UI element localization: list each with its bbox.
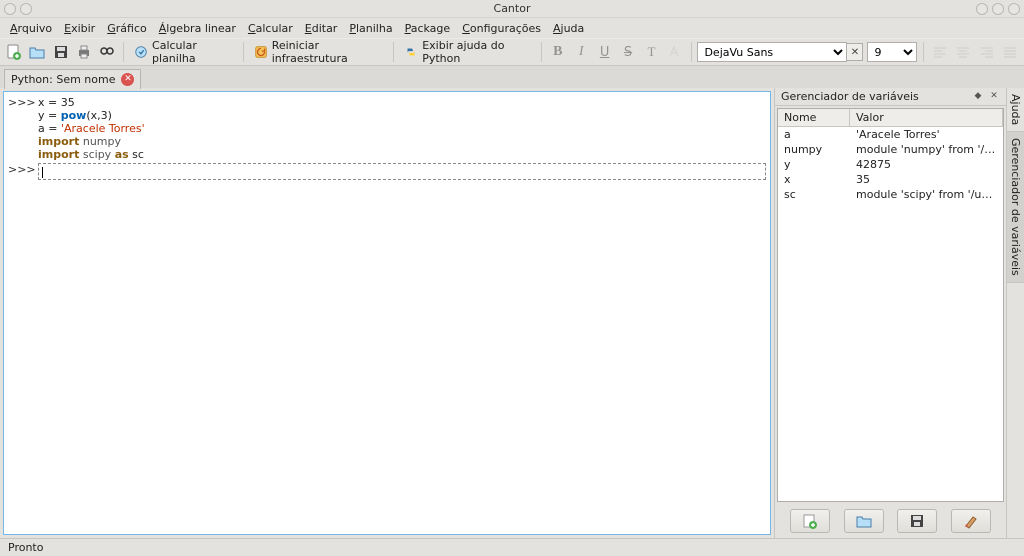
code-editor[interactable]: >>> x = 35 y = pow(x,3) a = 'Aracele Tor…: [3, 91, 771, 535]
menu-calculate[interactable]: Calcular: [242, 20, 299, 37]
var-name: sc: [778, 187, 850, 202]
calculate-sheet-button[interactable]: Calcular planilha: [130, 41, 237, 63]
calculate-sheet-label: Calcular planilha: [152, 39, 233, 65]
active-cell[interactable]: >>>: [8, 163, 766, 180]
separator: [541, 42, 542, 62]
separator: [691, 42, 692, 62]
restart-backend-button[interactable]: Reiniciar infraestrutura: [250, 41, 388, 63]
toolbar: Calcular planilha Reiniciar infraestrutu…: [0, 38, 1024, 66]
var-value: 'Aracele Torres': [850, 127, 1003, 142]
font-picker-button[interactable]: [665, 41, 684, 63]
menu-package[interactable]: Package: [399, 20, 457, 37]
separator: [393, 42, 394, 62]
document-tab-label: Python: Sem nome: [11, 73, 115, 86]
close-tab-button[interactable]: ✕: [121, 73, 134, 86]
menu-view[interactable]: Exibir: [58, 20, 101, 37]
col-value-header[interactable]: Valor: [850, 109, 1003, 126]
panel-toolbar: [775, 504, 1006, 538]
var-value: 35: [850, 172, 1003, 187]
print-button[interactable]: [74, 41, 93, 63]
font-size-dropdown[interactable]: 9: [867, 42, 917, 62]
align-left-button[interactable]: [930, 41, 949, 63]
workspace: >>> x = 35 y = pow(x,3) a = 'Aracele Tor…: [0, 88, 1024, 538]
panel-header: Gerenciador de variáveis ◆ ✕: [775, 88, 1006, 106]
prompt: >>>: [8, 96, 38, 161]
python-help-button[interactable]: Exibir ajuda do Python: [400, 41, 535, 63]
save-file-button[interactable]: [51, 41, 70, 63]
python-help-label: Exibir ajuda do Python: [422, 39, 531, 65]
font-family-select[interactable]: DejaVu Sans ✕: [697, 42, 863, 62]
input-area[interactable]: [38, 163, 766, 180]
menu-spreadsheet[interactable]: Planilha: [343, 20, 398, 37]
find-button[interactable]: [98, 41, 117, 63]
menu-linalg[interactable]: Álgebra linear: [153, 20, 242, 37]
table-row[interactable]: numpymodule 'numpy' from '/usr/lib...: [778, 142, 1003, 157]
var-name: x: [778, 172, 850, 187]
window-titlebar: Cantor: [0, 0, 1024, 18]
var-value: module 'scipy' from '/usr/lib6...: [850, 187, 1003, 202]
var-name: numpy: [778, 142, 850, 157]
status-bar: Pronto: [0, 538, 1024, 556]
restart-backend-label: Reiniciar infraestrutura: [272, 39, 384, 65]
font-size-select[interactable]: 9: [867, 42, 917, 62]
separator: [123, 42, 124, 62]
separator: [923, 42, 924, 62]
menu-file[interactable]: Arquivo: [4, 20, 58, 37]
dock-tab-variables[interactable]: Gerenciador de variáveis: [1007, 132, 1024, 283]
window-title: Cantor: [0, 2, 1024, 15]
new-file-button[interactable]: [4, 41, 23, 63]
menu-edit[interactable]: Editar: [299, 20, 344, 37]
code-cell: >>> x = 35 y = pow(x,3) a = 'Aracele Tor…: [8, 96, 766, 161]
separator: [243, 42, 244, 62]
panel-undock-button[interactable]: ◆: [972, 91, 984, 103]
menu-help[interactable]: Ajuda: [547, 20, 590, 37]
align-right-button[interactable]: [977, 41, 996, 63]
save-vars-button[interactable]: [897, 509, 937, 533]
align-justify-button[interactable]: [1001, 41, 1020, 63]
add-var-button[interactable]: [790, 509, 830, 533]
editor-container: >>> x = 35 y = pow(x,3) a = 'Aracele Tor…: [0, 88, 774, 538]
var-value: 42875: [850, 157, 1003, 172]
var-name: y: [778, 157, 850, 172]
table-row[interactable]: a'Aracele Torres': [778, 127, 1003, 142]
prompt: >>>: [8, 163, 38, 180]
panel-close-button[interactable]: ✕: [988, 91, 1000, 103]
menu-settings[interactable]: Configurações: [456, 20, 547, 37]
variables-table[interactable]: Nome Valor a'Aracele Torres'numpymodule …: [777, 108, 1004, 502]
variables-panel: Gerenciador de variáveis ◆ ✕ Nome Valor …: [774, 88, 1006, 538]
open-file-button[interactable]: [27, 41, 46, 63]
document-tabbar: Python: Sem nome ✕: [0, 66, 1024, 88]
document-tab[interactable]: Python: Sem nome ✕: [4, 69, 141, 89]
text-tool-button[interactable]: T: [642, 41, 661, 63]
menu-chart[interactable]: Gráfico: [101, 20, 153, 37]
table-row[interactable]: y42875: [778, 157, 1003, 172]
load-vars-button[interactable]: [844, 509, 884, 533]
var-name: a: [778, 127, 850, 142]
font-clear-button[interactable]: ✕: [847, 43, 863, 61]
italic-button[interactable]: I: [571, 41, 590, 63]
align-center-button[interactable]: [954, 41, 973, 63]
strike-button[interactable]: S: [618, 41, 637, 63]
text-cursor: [42, 167, 43, 178]
font-family-dropdown[interactable]: DejaVu Sans: [697, 42, 847, 62]
clear-vars-button[interactable]: [951, 509, 991, 533]
underline-button[interactable]: U: [595, 41, 614, 63]
var-value: module 'numpy' from '/usr/lib...: [850, 142, 1003, 157]
bold-button[interactable]: B: [548, 41, 567, 63]
table-row[interactable]: x35: [778, 172, 1003, 187]
table-row[interactable]: scmodule 'scipy' from '/usr/lib6...: [778, 187, 1003, 202]
table-header: Nome Valor: [778, 109, 1003, 127]
menu-bar: Arquivo Exibir Gráfico Álgebra linear Ca…: [0, 18, 1024, 38]
col-name-header[interactable]: Nome: [778, 109, 850, 126]
dock-tab-help[interactable]: Ajuda: [1007, 88, 1024, 132]
side-dock: Ajuda Gerenciador de variáveis: [1006, 88, 1024, 538]
panel-title-label: Gerenciador de variáveis: [781, 90, 919, 103]
code-line[interactable]: x = 35 y = pow(x,3) a = 'Aracele Torres'…: [38, 96, 145, 161]
status-text: Pronto: [8, 541, 43, 554]
